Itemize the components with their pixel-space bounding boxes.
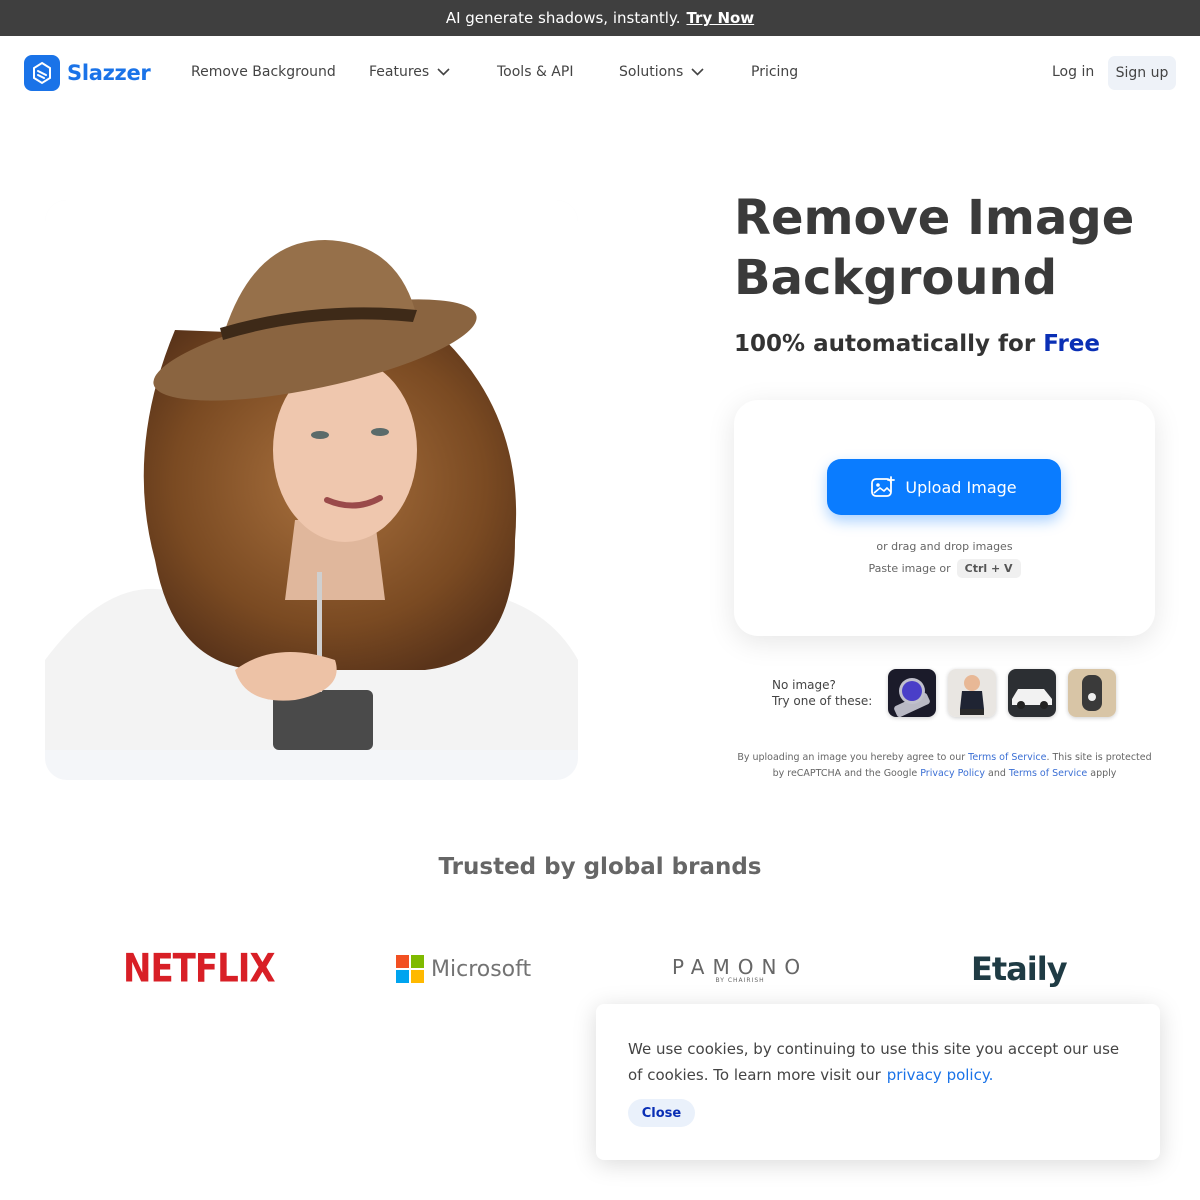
cookie-close-button[interactable]: Close (628, 1099, 695, 1127)
promo-banner: AI generate shadows, instantly. Try Now (0, 0, 1200, 36)
login-link[interactable]: Log in (1052, 64, 1094, 80)
hero-subtitle-prefix: 100% automatically for (734, 331, 1036, 357)
nav-label: Pricing (751, 64, 799, 80)
nav-remove-background[interactable]: Remove Background (191, 64, 336, 80)
hero-subtitle: 100% automatically for Free (734, 331, 1100, 357)
microsoft-grid-icon (396, 955, 424, 983)
etaily-logo: Etaily (971, 950, 1068, 988)
shoe-thumbnail (1068, 669, 1116, 717)
terms-of-service-link[interactable]: Terms of Service (1009, 768, 1087, 779)
pamono-logo-text: PAMONO (672, 954, 809, 979)
sample-watch[interactable] (888, 669, 936, 717)
sample-prompt-line2: Try one of these: (772, 694, 873, 708)
terms-of-service-link[interactable]: Terms of Service (968, 752, 1046, 763)
sample-car[interactable] (1008, 669, 1056, 717)
hero-title: Remove Image Background (734, 188, 1174, 308)
sample-baby[interactable] (948, 669, 996, 717)
cookie-text: We use cookies, by continuing to use thi… (628, 1036, 1128, 1088)
microsoft-logo-text: Microsoft (431, 956, 532, 982)
hero-image-frame (45, 200, 578, 780)
sample-prompt: No image? Try one of these: (772, 677, 872, 709)
hero-photo (45, 200, 578, 750)
paste-shortcut: Ctrl + V (956, 559, 1021, 578)
sample-shoe[interactable] (1068, 669, 1116, 717)
trusted-heading: Trusted by global brands (438, 854, 762, 880)
netflix-logo: NETFLIX (123, 946, 276, 992)
paste-row: Paste image or Ctrl + V (734, 559, 1155, 578)
drag-drop-text: or drag and drop images (876, 540, 1013, 553)
next-section-peek (455, 1192, 595, 1200)
watch-thumbnail (888, 669, 936, 717)
cookie-banner: We use cookies, by continuing to use thi… (596, 1004, 1160, 1160)
chevron-down-icon (437, 68, 450, 76)
legal-notice: By uploading an image you hereby agree t… (734, 750, 1155, 782)
microsoft-logo: Microsoft (396, 944, 531, 994)
nav-pricing[interactable]: Pricing (751, 64, 798, 80)
legal-text: apply (1090, 768, 1117, 779)
promo-banner-text: AI generate shadows, instantly. (445, 9, 681, 27)
upload-image-button[interactable]: Upload Image (827, 459, 1061, 515)
slazzer-logo-icon (24, 55, 60, 91)
upload-card[interactable]: Upload Image or drag and drop images Pas… (734, 400, 1155, 636)
try-now-link[interactable]: Try Now (686, 9, 754, 27)
upload-button-label: Upload Image (905, 477, 1017, 497)
nav-solutions[interactable]: Solutions (619, 64, 704, 80)
hero-subtitle-highlight: Free (1043, 331, 1100, 357)
hero-title-line2: Background (734, 250, 1058, 306)
main-nav: Slazzer Remove Background Features Tools… (0, 36, 1200, 110)
legal-text: and (988, 768, 1006, 779)
nav-label: Tools & API (497, 64, 574, 80)
sample-prompt-line1: No image? (772, 678, 836, 692)
cookie-message: We use cookies, by continuing to use thi… (628, 1040, 1120, 1084)
nav-tools-api[interactable]: Tools & API (497, 64, 573, 80)
nav-label: Solutions (619, 64, 684, 80)
pamono-logo: PAMONO BY CHAIRISH (672, 944, 808, 994)
cookie-privacy-link[interactable]: privacy policy. (887, 1066, 994, 1084)
pamono-logo-subtext: BY CHAIRISH (715, 976, 765, 984)
nav-label: Remove Background (191, 64, 336, 80)
image-add-icon (871, 476, 896, 498)
baby-thumbnail (948, 669, 996, 717)
paste-text: Paste image or (868, 562, 951, 575)
car-thumbnail (1008, 669, 1056, 717)
privacy-policy-link[interactable]: Privacy Policy (920, 768, 985, 779)
legal-text: By uploading an image you hereby agree t… (737, 752, 966, 763)
nav-label: Features (369, 64, 430, 80)
hero-title-line1: Remove Image (734, 190, 1135, 246)
signup-button[interactable]: Sign up (1108, 56, 1176, 90)
chevron-down-icon (691, 68, 704, 76)
logo[interactable]: Slazzer (24, 55, 151, 91)
nav-features[interactable]: Features (369, 64, 450, 80)
logo-text: Slazzer (67, 61, 151, 85)
